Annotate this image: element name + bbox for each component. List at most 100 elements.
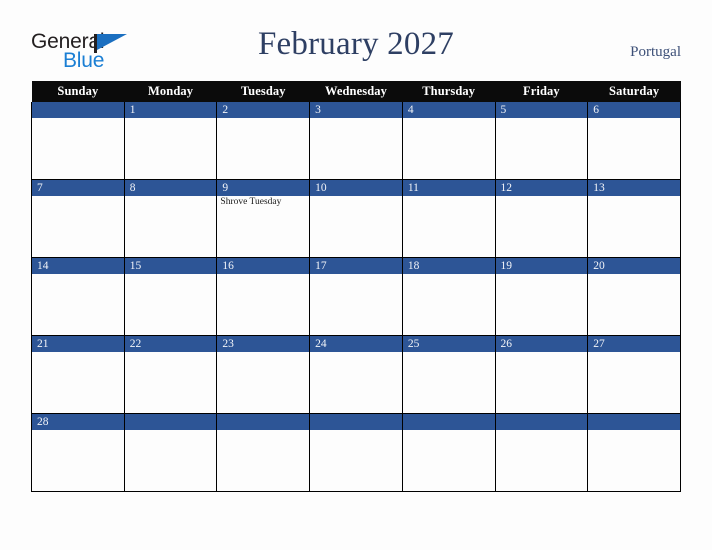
day-cell-content: 6 [588,102,680,179]
day-cell-content: 3 [310,102,402,179]
day-number: 21 [32,336,124,352]
day-cell-content [588,414,680,491]
day-number: 19 [495,258,588,274]
day-cell-content: 28 [32,414,124,491]
day-number: 2 [217,102,310,118]
day-number: 9 [217,180,310,196]
calendar-day-cell[interactable]: 17 [309,257,403,336]
calendar-day-cell[interactable]: 19 [494,257,589,336]
day-cell-content: 5 [495,102,588,179]
day-cell-content [217,414,310,491]
calendar-day-cell[interactable]: 12 [494,179,589,258]
calendar-day-cell[interactable]: 8 [123,179,218,258]
day-cell-content: 16 [217,258,310,335]
day-cell-content: 7 [32,180,124,257]
day-number: 3 [310,102,402,118]
calendar-day-cell[interactable]: 18 [401,257,496,336]
page-title: February 2027 [258,26,454,62]
day-number: 15 [124,258,217,274]
day-number: 13 [588,180,680,196]
day-cell-content: 25 [402,336,495,413]
calendar-day-cell[interactable]: 4 [401,102,496,180]
day-number [402,414,495,430]
calendar-empty-cell [401,413,496,492]
calendar-day-cell[interactable]: 28 [31,413,125,492]
day-cell-content: 11 [402,180,495,257]
calendar-empty-cell [309,413,403,492]
day-cell-content: 21 [32,336,124,413]
day-number: 14 [32,258,124,274]
day-cell-content: 12 [495,180,588,257]
day-number: 25 [402,336,495,352]
calendar-day-cell[interactable]: 3 [309,102,403,180]
day-number: 28 [32,414,124,430]
calendar-day-cell[interactable]: 27 [587,335,681,414]
calendar-day-cell[interactable]: 6 [587,102,681,180]
day-cell-content: 10 [310,180,402,257]
weekday-header-saturday: Saturday [587,81,681,102]
day-number [588,414,680,430]
calendar-empty-cell [216,413,311,492]
calendar-day-cell[interactable]: 1 [123,102,218,180]
day-number [495,414,588,430]
calendar-day-cell[interactable]: 14 [31,257,125,336]
weekday-header-monday: Monday [124,81,217,102]
calendar-day-cell[interactable]: 25 [401,335,496,414]
event-label: Shrove Tuesday [220,197,282,207]
day-number: 8 [124,180,217,196]
day-number: 5 [495,102,588,118]
calendar-day-cell[interactable]: 2 [216,102,311,180]
day-cell-content: 20 [588,258,680,335]
day-number: 20 [588,258,680,274]
day-cell-content [310,414,402,491]
weekday-header-sunday: Sunday [31,81,125,102]
day-cell-content: 26 [495,336,588,413]
weekday-header-tuesday: Tuesday [216,81,310,102]
calendar-day-cell[interactable]: 24 [309,335,403,414]
weekday-header-thursday: Thursday [402,81,496,102]
calendar-day-cell[interactable]: 5 [494,102,589,180]
day-number [32,102,124,118]
day-cell-content: 18 [402,258,495,335]
calendar-day-cell[interactable]: 26 [494,335,589,414]
calendar-day-cell[interactable]: 22 [123,335,218,414]
calendar-week-row: 123456 [31,102,681,180]
calendar-empty-cell [31,102,125,180]
calendar-body: 1 2 3 4 5 6 7 8 9 Shrove Tuesday 10 11 12 13 14 15 16 17 1… [31,102,681,492]
day-number [124,414,217,430]
day-number: 27 [588,336,680,352]
calendar-day-cell[interactable]: 15 [123,257,218,336]
day-cell-content: 27 [588,336,680,413]
day-number: 18 [402,258,495,274]
day-number: 22 [124,336,217,352]
day-number [310,414,402,430]
day-number [217,414,310,430]
day-cell-content [495,414,588,491]
calendar-day-cell[interactable]: 21 [31,335,125,414]
calendar-day-cell[interactable]: 10 [309,179,403,258]
calendar-week-row: 28 [31,413,681,492]
day-number: 4 [402,102,495,118]
calendar-empty-cell [123,413,218,492]
calendar-day-cell[interactable]: 9 Shrove Tuesday [216,179,311,258]
day-cell-content: 1 [124,102,217,179]
calendar-day-cell[interactable]: 11 [401,179,496,258]
calendar-week-row: 21 22 23 24 25 26 27 [31,335,681,414]
calendar-day-cell[interactable]: 20 [587,257,681,336]
calendar-day-cell[interactable]: 7 [31,179,125,258]
calendar-week-row: 7 8 9 Shrove Tuesday 10 11 12 13 [31,179,681,258]
day-cell-content: 8 [124,180,217,257]
day-number: 17 [310,258,402,274]
calendar-page: General Blue February 2027 Portugal Sund… [0,0,712,550]
day-cell-content: 17 [310,258,402,335]
day-cell-content: 2 [217,102,310,179]
day-cell-content [124,414,217,491]
weekday-header-friday: Friday [495,81,588,102]
day-cell-content: 24 [310,336,402,413]
calendar-day-cell[interactable]: 13 [587,179,681,258]
calendar-day-cell[interactable]: 16 [216,257,311,336]
day-cell-content: 9 Shrove Tuesday [217,180,310,257]
calendar-day-cell[interactable]: 23 [216,335,311,414]
day-cell-content [402,414,495,491]
day-cell-content: 22 [124,336,217,413]
